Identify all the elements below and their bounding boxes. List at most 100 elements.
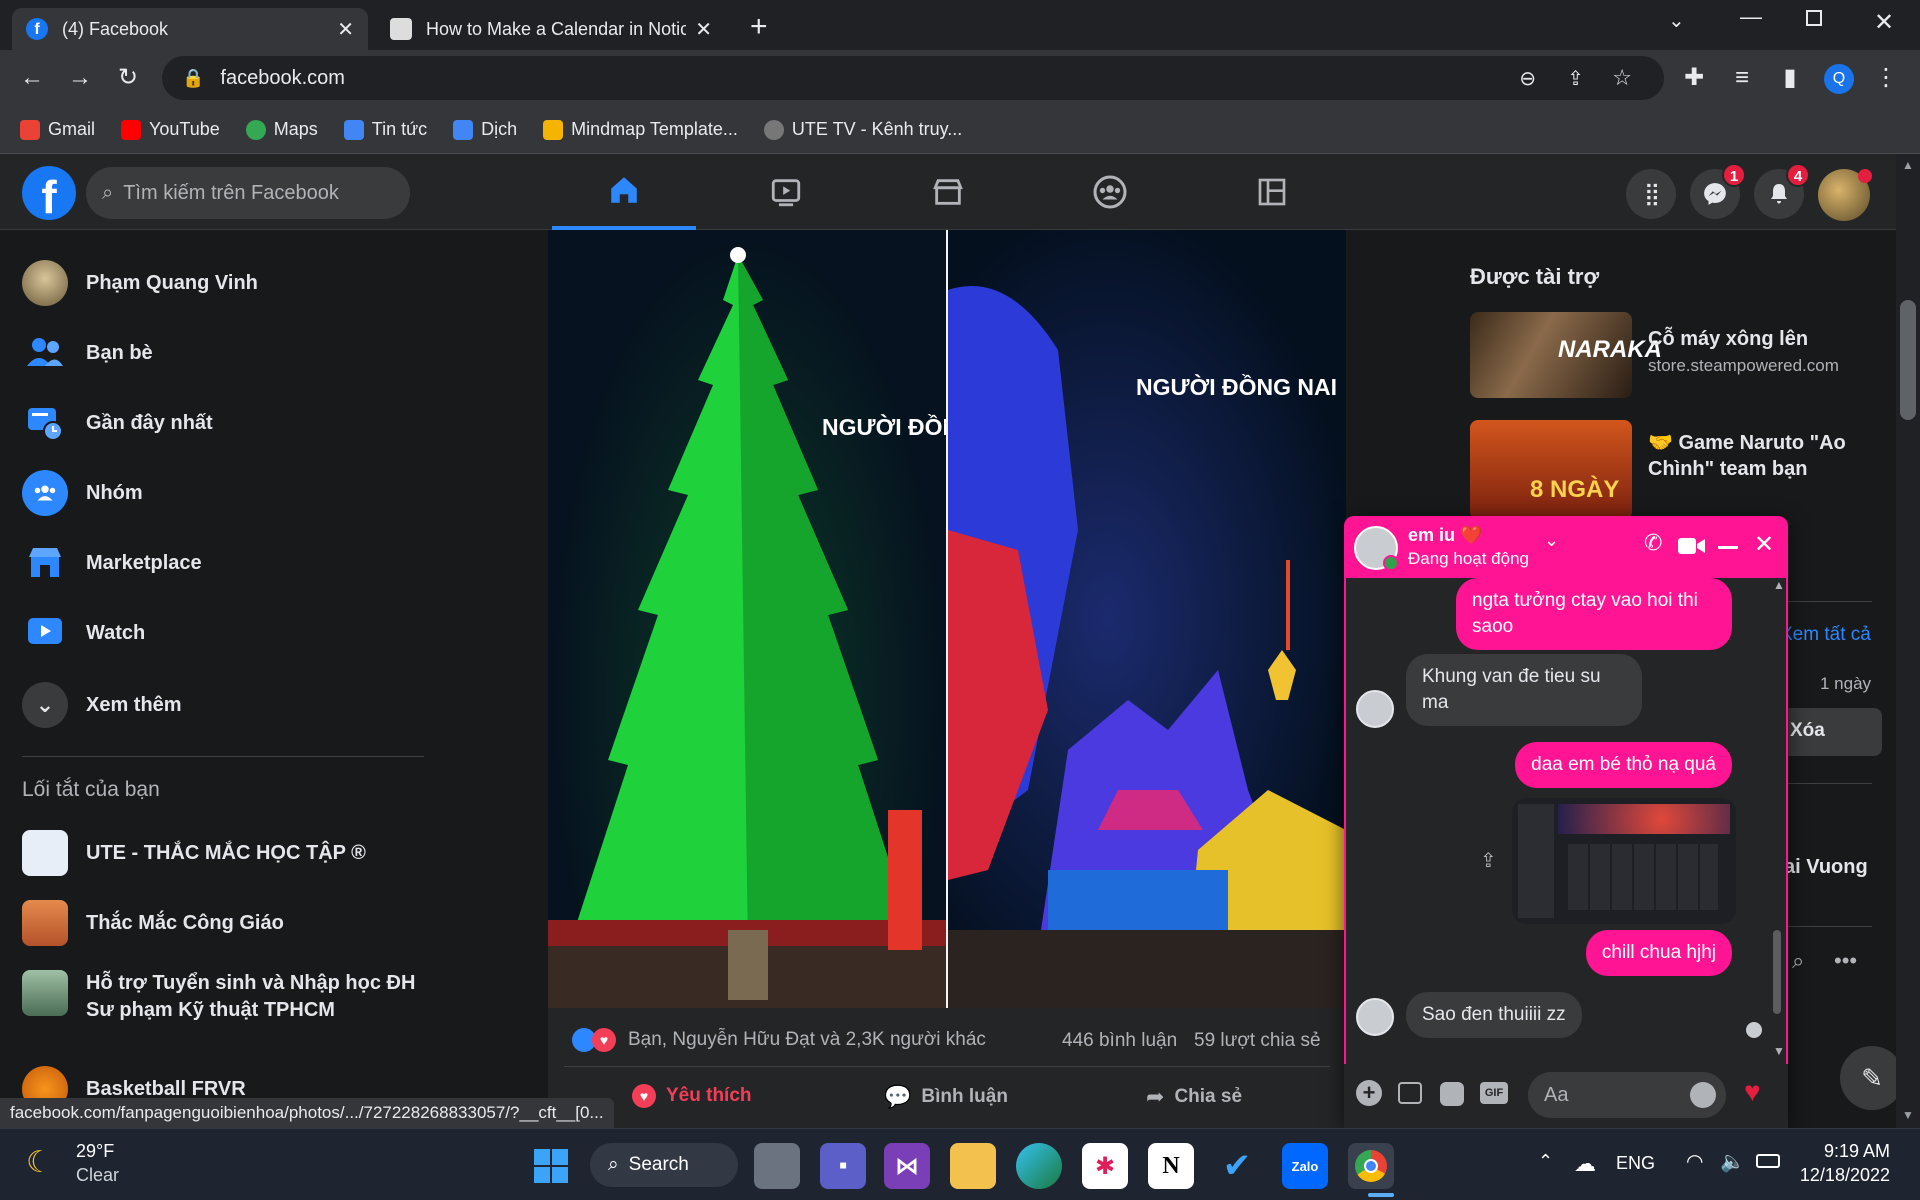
sidebar-item-marketplace[interactable]: Marketplace [22,540,202,586]
shared-image[interactable] [1512,798,1736,924]
wifi-icon[interactable]: ◠ [1686,1149,1703,1174]
phone-call-icon[interactable]: ✆ [1644,530,1662,556]
scroll-down-icon[interactable]: ▼ [1902,1108,1914,1122]
love-button[interactable]: ♥ Yêu thích [632,1084,752,1108]
edge-browser-icon[interactable] [1016,1143,1062,1189]
facebook-search-input[interactable]: ⌕ Tìm kiếm trên Facebook [86,167,410,219]
new-tab-button[interactable]: + [750,10,768,44]
share-image-icon[interactable]: ⇪ [1480,848,1497,873]
message-received[interactable]: Khung van đe tieu su ma [1406,654,1642,726]
minimize-window-button[interactable]: — [1740,4,1762,30]
chat-contact-avatar[interactable] [1354,526,1399,571]
sidebar-item-groups[interactable]: Nhóm [22,470,143,516]
todo-check-icon[interactable]: ✔ [1214,1143,1260,1189]
contacts-more-icon[interactable]: ••• [1834,948,1857,974]
facebook-logo-icon[interactable]: f [22,166,76,223]
forward-arrow-icon[interactable]: → [66,64,94,92]
heart-send-icon[interactable]: ♥ [1744,1076,1761,1108]
chevron-down-icon[interactable]: ⌄ [1544,530,1559,551]
post-photo[interactable]: NGƯỜI ĐỒN NGƯỜI ĐỒNG NAI [548,230,1346,1008]
message-sent[interactable]: ngta tưởng ctay vao hoi thi saoo [1456,578,1732,650]
clock-time[interactable]: 9:19 AM [1806,1141,1890,1162]
reload-icon[interactable]: ↻ [114,64,142,92]
close-chat-icon[interactable]: ✕ [1754,530,1774,559]
sidebar-item-watch[interactable]: Watch [22,610,145,656]
bookmark-maps[interactable]: Maps [245,119,318,140]
restore-window-button[interactable] [1806,10,1822,26]
see-all-link[interactable]: Xem tất cả [1780,624,1871,646]
chat-contact-name[interactable]: em iu ❤️ [1408,525,1482,546]
messenger-button[interactable]: 1 [1690,163,1746,219]
message-received[interactable]: Sao đen thuiiii zz [1406,992,1582,1038]
minimize-chat-icon[interactable] [1718,546,1738,549]
battery-icon[interactable] [1756,1154,1780,1168]
close-window-button[interactable]: ✕ [1874,8,1894,37]
moon-weather-icon[interactable]: ☾ [26,1145,53,1180]
nav-marketplace-tab[interactable] [876,154,1020,230]
close-tab-icon[interactable]: ✕ [337,17,354,42]
tab-facebook[interactable]: f (4) Facebook ✕ [12,8,368,50]
image-icon[interactable] [1398,1082,1422,1104]
bookmark-youtube[interactable]: YouTube [121,119,220,140]
chrome-icon[interactable] [1348,1143,1394,1189]
tab-notion[interactable]: How to Make a Calendar in Notic ✕ [376,8,726,50]
zoom-icon[interactable]: ⊖ [1519,66,1536,91]
taskbar-search[interactable]: ⌕ Search [590,1143,738,1187]
bookmark-gmail[interactable]: Gmail [20,119,95,140]
delete-request-button[interactable]: Xóa [1776,708,1882,756]
sidebar-item-recent[interactable]: Gần đây nhất [22,400,213,446]
address-bar[interactable]: 🔒 facebook.com ⊖ ⇪ ☆ [162,56,1664,100]
bookmark-translate[interactable]: Dịch [453,119,517,140]
nav-gaming-tab[interactable] [1200,154,1344,230]
bookmark-star-icon[interactable]: ☆ [1612,65,1632,91]
side-panel-icon[interactable]: ▮ [1776,64,1804,92]
extensions-icon[interactable]: ✚ [1680,64,1708,92]
onedrive-cloud-icon[interactable]: ☁ [1574,1151,1596,1177]
windows-start-icon[interactable] [528,1143,574,1189]
reaction-summary[interactable]: ♥ Bạn, Nguyễn Hữu Đạt và 2,3K người khác [572,1028,986,1052]
message-sent[interactable]: chill chua hjhj [1585,930,1732,976]
menu-kebab-icon[interactable]: ⋮ [1872,64,1900,92]
chat-scrollbar[interactable]: ▲ ▼ [1770,578,1785,1064]
shortcut-admission-group[interactable]: Hỗ trợ Tuyển sinh và Nhập học ĐH Sư phạm… [22,970,416,1024]
bookmark-mindmap[interactable]: Mindmap Template... [543,119,738,140]
ad-item-steam[interactable]: NARAKA Cỗ máy xông lên store.steampowere… [1470,312,1872,398]
sidebar-item-see-more[interactable]: ⌄ Xem thêm [22,682,182,728]
scroll-thumb[interactable] [1900,300,1916,420]
bookmark-news[interactable]: Tin tức [343,119,427,140]
share-count[interactable]: 59 lượt chia sẻ [1194,1030,1321,1052]
notifications-button[interactable]: 4 [1754,163,1810,219]
zalo-icon[interactable]: Zalo [1282,1143,1328,1189]
visual-studio-icon[interactable]: ⋈ [884,1143,930,1189]
contacts-search-icon[interactable]: ⌕ [1792,948,1804,974]
sticker-icon[interactable] [1440,1082,1464,1106]
clock-date[interactable]: 12/18/2022 [1790,1165,1890,1186]
share-icon[interactable]: ⇪ [1567,66,1584,91]
message-sent[interactable]: daa em bé thỏ nạ quá [1515,742,1732,788]
file-explorer-icon[interactable] [950,1143,996,1189]
bookmark-utetv[interactable]: UTE TV - Kênh truy... [763,119,962,140]
notion-icon[interactable]: N [1148,1143,1194,1189]
ad-item-naruto[interactable]: 8 NGÀY 🤝 Game Naruto "Ao Chình" team bạn [1470,420,1872,520]
page-scrollbar[interactable]: ▲ ▼ [1896,154,1920,1128]
shortcut-ute-group[interactable]: UTE - THẮC MẮC HỌC TẬP ® [22,830,366,876]
nav-home-tab[interactable] [552,154,696,230]
sidebar-item-profile[interactable]: Phạm Quang Vinh [22,260,258,306]
teams-chat-icon[interactable]: ▪ [820,1143,866,1189]
comment-button[interactable]: 💬 Bình luận [884,1084,1008,1110]
menu-grid-button[interactable]: ⣿ [1626,169,1676,219]
nav-watch-tab[interactable] [714,154,858,230]
account-avatar[interactable] [1818,169,1872,221]
language-indicator[interactable]: ENG [1616,1153,1655,1174]
show-hidden-icons-chevron-icon[interactable]: ⌃ [1538,1151,1553,1172]
share-button[interactable]: ➦ Chia sẻ [1146,1084,1242,1110]
task-view-icon[interactable] [754,1143,800,1189]
gif-icon[interactable]: GIF [1480,1082,1508,1104]
add-icon[interactable]: + [1356,1080,1382,1106]
nav-groups-tab[interactable] [1038,154,1182,230]
slack-icon[interactable]: ✱ [1082,1143,1128,1189]
profile-avatar[interactable]: Q [1824,64,1854,94]
volume-icon[interactable]: 🔈 [1720,1149,1745,1174]
back-arrow-icon[interactable]: ← [18,64,46,92]
weather-temp[interactable]: 29°F [76,1141,114,1162]
